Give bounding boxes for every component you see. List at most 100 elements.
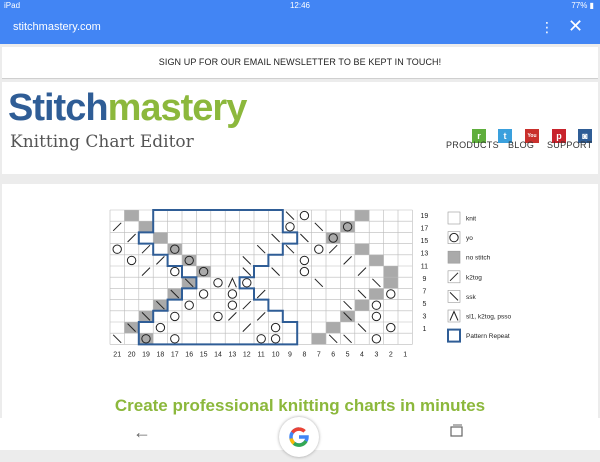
row-label: 1	[422, 326, 426, 333]
row-label: 9	[422, 276, 426, 283]
column-label: 15	[200, 351, 208, 358]
back-arrow-icon[interactable]: ←	[133, 422, 151, 443]
yo-symbol	[155, 322, 166, 333]
ssk-symbol	[271, 233, 280, 243]
nav-products[interactable]: PRODUCTS	[446, 140, 499, 150]
yo-symbol	[227, 289, 238, 299]
no-stitch-cell	[311, 333, 326, 345]
yo-symbol	[371, 334, 382, 344]
ssk-symbol	[343, 334, 352, 344]
legend-label: yo	[466, 235, 473, 242]
ssk-symbol	[256, 244, 266, 254]
legend-label: knit	[466, 216, 476, 223]
column-label: 5	[346, 351, 350, 358]
status-bar: iPad 12:46 77% ▮	[0, 0, 600, 12]
web-page: SIGN UP FOR OUR EMAIL NEWSLETTER TO BE K…	[0, 44, 600, 418]
k2tog-symbol	[328, 244, 338, 254]
column-label: 6	[331, 351, 335, 358]
no-stitch-cell	[138, 221, 154, 233]
tagline: Knitting Chart Editor	[10, 132, 194, 152]
battery-percent: 77%	[571, 1, 588, 10]
k2tog-symbol	[256, 312, 266, 321]
close-icon[interactable]: ✕	[568, 16, 583, 36]
yo-symbol	[270, 322, 281, 333]
logo-part1: Stitch	[8, 87, 109, 129]
column-label: 19	[142, 351, 150, 358]
ssk-symbol	[328, 334, 338, 344]
yo-symbol	[242, 278, 252, 288]
legend-repeat-swatch	[447, 328, 461, 343]
column-label: 12	[243, 351, 251, 358]
ssk-symbol	[343, 300, 352, 310]
column-label: 10	[272, 351, 280, 358]
column-label: 21	[113, 351, 121, 358]
sl1k2togpsso-symbol	[227, 277, 237, 288]
ssk-symbol	[242, 256, 252, 265]
tabs-icon[interactable]	[450, 424, 463, 437]
legend-label: Pattern Repeat	[466, 333, 510, 340]
legend-label: k2tog	[466, 274, 482, 281]
ssk-symbol	[300, 233, 309, 243]
ssk-symbol	[372, 278, 381, 288]
column-label: 8	[302, 351, 306, 358]
ssk-symbol	[285, 244, 295, 254]
yo-symbol	[386, 322, 396, 333]
no-stitch-cell	[153, 232, 168, 244]
site-header: Stitchmastery Knitting Chart Editor r t Yo…	[2, 82, 598, 174]
k2tog-symbol	[242, 300, 252, 310]
ssk-symbol	[112, 334, 122, 344]
row-label: 11	[421, 263, 428, 270]
k2tog-symbol	[112, 222, 122, 232]
no-stitch-cell	[354, 210, 370, 222]
k2tog-symbol	[141, 244, 151, 254]
yo-symbol	[256, 334, 266, 344]
k2tog-symbol	[127, 233, 136, 243]
yo-symbol	[112, 244, 122, 254]
yo-symbol	[170, 334, 180, 344]
k2tog-symbol	[256, 289, 266, 299]
newsletter-banner[interactable]: SIGN UP FOR OUR EMAIL NEWSLETTER TO BE K…	[2, 47, 598, 79]
no-stitch-cell	[383, 266, 398, 278]
url-text[interactable]: stitchmastery.com	[13, 21, 101, 33]
k2tog-symbol	[156, 256, 165, 265]
ssk-symbol	[242, 267, 252, 276]
row-label: 5	[422, 301, 426, 308]
yo-symbol	[213, 311, 223, 322]
more-menu-icon[interactable]: ⋮	[540, 18, 554, 36]
no-stitch-cell	[383, 277, 398, 289]
yo-symbol	[371, 300, 382, 310]
yo-symbol	[299, 255, 310, 266]
row-label: 13	[421, 251, 429, 258]
k2tog-symbol	[228, 312, 237, 321]
yo-symbol	[299, 210, 310, 221]
yo-symbol	[170, 311, 180, 322]
knitting-chart: 21 20 19 18 17 16 15 14 13 12 11 10 9 8 7 6 5 4 3 2 11917151…	[109, 209, 512, 358]
no-stitch-cell	[354, 299, 370, 311]
nav-blog[interactable]: BLOG	[508, 140, 534, 150]
column-label: 20	[128, 351, 136, 358]
column-label: 2	[389, 351, 393, 358]
column-label: 14	[214, 351, 222, 358]
no-stitch-cell	[124, 210, 139, 222]
yo-symbol	[213, 278, 223, 288]
legend-label: sl1, k2tog, psso	[466, 314, 512, 321]
column-label: 13	[229, 351, 237, 358]
ssk-symbol	[285, 211, 295, 220]
column-label: 17	[171, 351, 179, 358]
page-headline: Create professional knitting charts in m…	[114, 396, 486, 415]
google-button[interactable]	[279, 417, 319, 457]
site-logo[interactable]: Stitchmastery	[8, 87, 247, 129]
row-label: 3	[422, 313, 426, 320]
yo-symbol	[314, 244, 324, 254]
row-label: 7	[422, 288, 426, 295]
ssk-symbol	[357, 323, 367, 332]
k2tog-symbol	[343, 256, 352, 265]
row-label: 19	[421, 213, 429, 220]
browser-toolbar: stitchmastery.com ⋮ ✕	[0, 12, 600, 44]
yo-symbol	[270, 334, 281, 344]
main-content: 21 20 19 18 17 16 15 14 13 12 11 10 9 8 7 6 5 4 3 2 1 19 17 15 1…	[2, 184, 598, 418]
google-g-icon	[289, 427, 309, 447]
yo-symbol	[386, 289, 396, 299]
nav-support[interactable]: SUPPORT	[547, 140, 592, 150]
column-label: 4	[360, 351, 364, 358]
